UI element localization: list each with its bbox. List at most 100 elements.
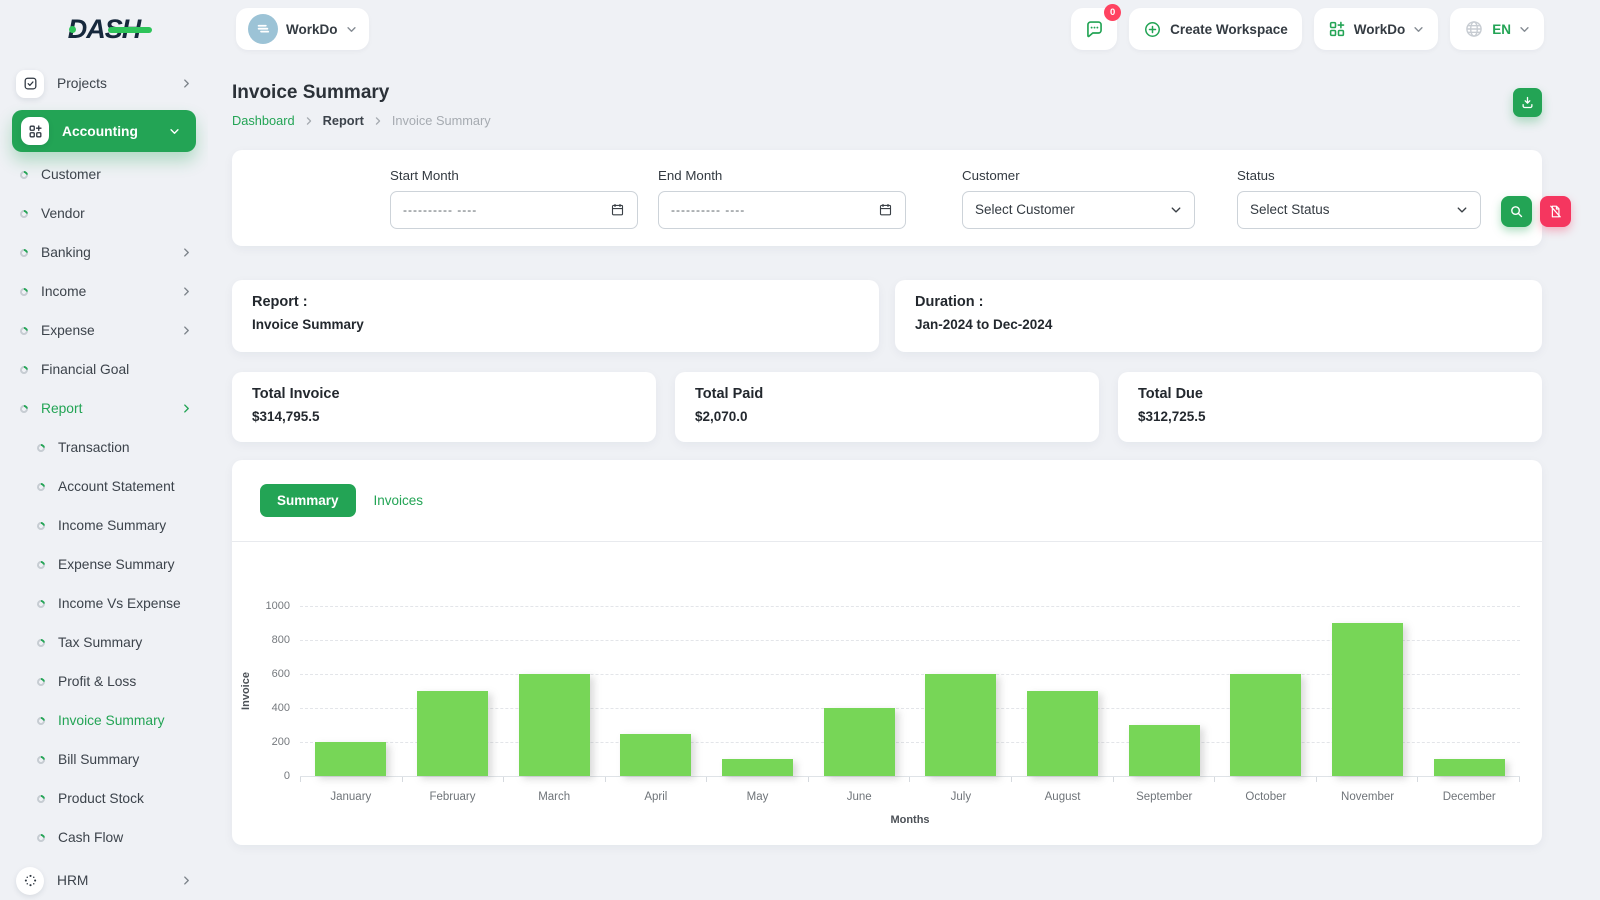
- x-label-november: November: [1341, 791, 1395, 803]
- total-paid-value: $2,070.0: [695, 409, 748, 424]
- bar-slot-september: [1113, 606, 1215, 776]
- sidebar-item-expense[interactable]: Expense: [0, 311, 208, 350]
- x-tick: [1114, 777, 1216, 782]
- y-tick-600: 600: [271, 668, 290, 680]
- sidebar-item-income[interactable]: Income: [0, 272, 208, 311]
- customer-select[interactable]: Select Customer: [962, 190, 1195, 229]
- bullet-icon: [18, 285, 30, 298]
- end-month-input[interactable]: ---------- ----: [658, 190, 906, 229]
- invoice-summary-chart-card: Summary Invoices Invoice 1000 800 600 400 20…: [232, 460, 1542, 845]
- breadcrumb-current: Invoice Summary: [391, 113, 491, 128]
- bullet-icon: [35, 636, 47, 649]
- sidebar-item-vendor[interactable]: Vendor: [0, 194, 208, 233]
- bar-august[interactable]: [1026, 691, 1099, 776]
- sidebar-nav: Projects Accounting Customer Vendor Banking I…: [0, 58, 208, 900]
- bar-october[interactable]: [1230, 674, 1302, 776]
- sidebar-item-invoice-summary[interactable]: Invoice Summary: [0, 701, 208, 740]
- chart-tabs: Summary Invoices: [232, 460, 1542, 517]
- bar-december[interactable]: [1433, 759, 1505, 776]
- tab-summary[interactable]: Summary: [260, 484, 356, 517]
- apply-filter-button[interactable]: [1501, 195, 1532, 227]
- bar-november[interactable]: [1331, 623, 1404, 776]
- breadcrumb-report[interactable]: Report: [323, 113, 364, 128]
- sidebar-item-account-statement[interactable]: Account Statement: [0, 467, 208, 506]
- create-workspace-button[interactable]: Create Workspace: [1129, 8, 1302, 50]
- chevron-right-icon: [304, 116, 314, 126]
- bar-september[interactable]: [1128, 725, 1200, 776]
- search-icon: [1511, 205, 1523, 217]
- bar-april[interactable]: [620, 733, 692, 776]
- sidebar-item-projects[interactable]: Projects: [0, 60, 208, 107]
- status-label: Status: [1237, 167, 1275, 183]
- create-workspace-label: Create Workspace: [1170, 21, 1288, 37]
- chart-plot: Invoice 1000 800 600 400 200 0: [240, 600, 1520, 782]
- chat-icon: [1086, 20, 1102, 37]
- language-selector[interactable]: EN: [1450, 8, 1544, 50]
- messages-badge: 0: [1104, 4, 1122, 21]
- tab-invoices[interactable]: Invoices: [374, 493, 424, 508]
- download-button[interactable]: [1513, 88, 1542, 117]
- bar-slot-april: [605, 606, 707, 776]
- x-label-december: December: [1442, 791, 1496, 803]
- duration-info-card: Duration : Jan-2024 to Dec-2024: [895, 280, 1542, 352]
- grid-icon: [21, 117, 49, 145]
- bar-june[interactable]: [823, 708, 895, 776]
- sidebar-item-label: Report: [41, 401, 83, 416]
- bullet-icon: [35, 480, 47, 493]
- chevron-down-icon: [169, 126, 180, 137]
- bullet-icon: [35, 441, 47, 454]
- sidebar-item-tax-summary[interactable]: Tax Summary: [0, 623, 208, 662]
- sidebar-item-banking[interactable]: Banking: [0, 233, 208, 272]
- x-label-august: August: [1044, 791, 1081, 803]
- bar-january[interactable]: [315, 742, 387, 776]
- y-axis-title: Invoice: [240, 672, 252, 710]
- status-select-value: Select Status: [1250, 202, 1330, 217]
- bar-march[interactable]: [518, 674, 590, 776]
- bar-may[interactable]: [721, 759, 794, 776]
- total-invoice-label: Total Invoice: [252, 386, 340, 402]
- sidebar-item-bill-summary[interactable]: Bill Summary: [0, 740, 208, 779]
- messages-button[interactable]: 0: [1071, 4, 1122, 50]
- sidebar-item-income-vs-expense[interactable]: Income Vs Expense: [0, 584, 208, 623]
- y-tick-400: 400: [271, 702, 290, 714]
- total-paid-card: Total Paid $2,070.0: [675, 372, 1099, 442]
- workspace-switcher[interactable]: WorkDo: [236, 8, 369, 50]
- bar-february[interactable]: [416, 691, 489, 776]
- account-menu[interactable]: WorkDo: [1313, 8, 1439, 50]
- dash-logo[interactable]: DASH: [68, 14, 153, 45]
- sidebar-item-income-summary[interactable]: Income Summary: [0, 506, 208, 545]
- hrm-icon: [16, 866, 44, 895]
- bar-slot-january: [300, 606, 402, 776]
- chevron-right-icon: [181, 325, 192, 336]
- sidebar-item-profit-loss[interactable]: Profit & Loss: [0, 662, 208, 701]
- sidebar-item-hrm[interactable]: HRM: [0, 857, 208, 900]
- sidebar-item-transaction[interactable]: Transaction: [0, 428, 208, 467]
- x-tick: [910, 777, 1013, 782]
- sidebar-item-report[interactable]: Report: [0, 389, 208, 428]
- status-select[interactable]: Select Status: [1237, 190, 1481, 229]
- x-label-june: June: [846, 791, 872, 803]
- bullet-icon: [18, 363, 30, 376]
- language-code: EN: [1492, 21, 1511, 37]
- sidebar-item-customer[interactable]: Customer: [0, 155, 208, 194]
- x-tick: [1012, 777, 1114, 782]
- sidebar-item-expense-summary[interactable]: Expense Summary: [0, 545, 208, 584]
- total-due-label: Total Due: [1138, 386, 1203, 402]
- sidebar-item-product-stock[interactable]: Product Stock: [0, 779, 208, 818]
- sidebar-item-accounting[interactable]: Accounting: [12, 110, 196, 152]
- chevron-down-icon: [346, 24, 357, 35]
- bar-july[interactable]: [925, 674, 997, 776]
- bullet-icon: [35, 558, 47, 571]
- sidebar-item-label: Vendor: [41, 206, 85, 221]
- reset-filter-button[interactable]: [1540, 195, 1571, 227]
- sidebar-item-cash-flow[interactable]: Cash Flow: [0, 818, 208, 857]
- bar-slot-march: [503, 606, 605, 776]
- bullet-icon: [35, 831, 47, 844]
- start-month-input[interactable]: ---------- ----: [390, 190, 638, 229]
- bullet-icon: [35, 519, 47, 532]
- x-tick: [1317, 777, 1419, 782]
- sidebar-item-financial-goal[interactable]: Financial Goal: [0, 350, 208, 389]
- breadcrumb-dashboard[interactable]: Dashboard: [232, 113, 295, 128]
- y-tick-0: 0: [283, 770, 290, 782]
- x-tick: [300, 777, 403, 782]
